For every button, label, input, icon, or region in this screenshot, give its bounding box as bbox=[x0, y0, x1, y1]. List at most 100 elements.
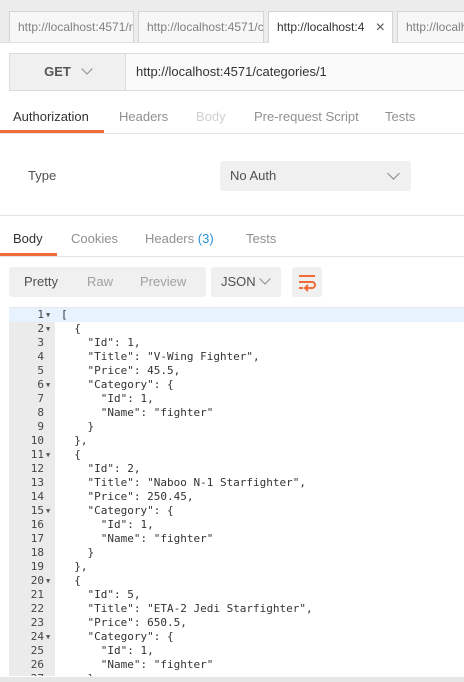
code-text: "Id": 2, bbox=[61, 462, 141, 475]
tab-authorization[interactable]: Authorization bbox=[0, 100, 104, 133]
line-number: 17 bbox=[30, 532, 44, 545]
code-line: 23 "Price": 650.5, bbox=[9, 616, 464, 630]
tab-body[interactable]: Body bbox=[196, 100, 226, 133]
scrollbar[interactable] bbox=[0, 677, 464, 682]
code-text: [ bbox=[61, 308, 68, 321]
browser-tab-2[interactable]: http://localhost:4571/ca bbox=[138, 11, 264, 42]
auth-panel: Type No Auth bbox=[0, 134, 464, 216]
fold-arrow-icon[interactable]: ▼ bbox=[46, 308, 50, 322]
line-number: 10 bbox=[30, 434, 44, 447]
line-number: 8 bbox=[37, 406, 44, 419]
browser-tab-1[interactable]: http://localhost:4571/n bbox=[9, 11, 134, 42]
line-number: 23 bbox=[30, 616, 44, 629]
code-line: 7 "Id": 1, bbox=[9, 392, 464, 406]
line-number: 12 bbox=[30, 462, 44, 475]
headers-count: (3) bbox=[197, 231, 214, 246]
code-text: "Category": { bbox=[61, 630, 174, 643]
tab-label: http://localhost:4571/n bbox=[18, 20, 134, 34]
code-line: 8 "Name": "fighter" bbox=[9, 406, 464, 420]
fold-arrow-icon[interactable]: ▼ bbox=[46, 574, 50, 588]
browser-tab-4[interactable]: http://localh bbox=[397, 11, 464, 42]
request-tabs: Authorization Headers Body Pre-request S… bbox=[0, 100, 464, 134]
code-line: 2 ▼ { bbox=[9, 322, 464, 336]
tab-label: http://localhost:4 bbox=[277, 20, 365, 34]
code-text: { bbox=[61, 322, 81, 335]
close-icon[interactable]: × bbox=[376, 12, 385, 43]
line-number: 6 bbox=[37, 378, 44, 391]
format-toggle: Pretty Raw Preview bbox=[9, 267, 206, 297]
code-text: "Title": "V-Wing Fighter", bbox=[61, 350, 260, 363]
line-number: 25 bbox=[30, 644, 44, 657]
code-text: }, bbox=[61, 560, 88, 573]
chevron-down-icon bbox=[81, 63, 93, 75]
code-line: 4 "Title": "V-Wing Fighter", bbox=[9, 350, 464, 364]
line-number: 22 bbox=[30, 602, 44, 615]
tab-pre-request-script[interactable]: Pre-request Script bbox=[254, 100, 359, 133]
tab-label: http://localhost:4571/ca bbox=[147, 20, 264, 34]
code-text: }, bbox=[61, 434, 88, 447]
tab-response-tests[interactable]: Tests bbox=[246, 224, 276, 256]
auth-type-select[interactable]: No Auth bbox=[220, 161, 411, 191]
tab-tests[interactable]: Tests bbox=[385, 100, 415, 133]
line-number: 9 bbox=[37, 420, 44, 433]
browser-tab-active[interactable]: http://localhost:4 × bbox=[268, 11, 393, 43]
line-number: 2 bbox=[37, 322, 44, 335]
pretty-button[interactable]: Pretty bbox=[24, 267, 58, 297]
url-input[interactable]: http://localhost:4571/categories/1 bbox=[136, 54, 327, 90]
response-body-editor[interactable]: 1 ▼[2 ▼ {3 "Id": 1, 4 "Title": "V-Wing Figh… bbox=[9, 307, 464, 676]
line-number: 7 bbox=[37, 392, 44, 405]
code-line: 1 ▼ [ bbox=[9, 308, 464, 322]
code-line: 25 "Id": 1, bbox=[9, 644, 464, 658]
language-select[interactable]: JSON bbox=[211, 267, 281, 297]
tab-response-body[interactable]: Body bbox=[0, 224, 57, 256]
line-number: 11 bbox=[30, 448, 44, 461]
code-text: "Id": 5, bbox=[61, 588, 141, 601]
fold-arrow-icon[interactable]: ▼ bbox=[46, 504, 50, 518]
method-select[interactable]: GET bbox=[10, 54, 126, 90]
code-line: 18 } bbox=[9, 546, 464, 560]
response-tabs: Body Cookies Headers (3) Tests bbox=[0, 224, 464, 257]
fold-arrow-icon[interactable]: ▼ bbox=[46, 378, 50, 392]
line-number: 5 bbox=[37, 364, 44, 377]
code-line: 10 }, bbox=[9, 434, 464, 448]
code-text: } bbox=[61, 546, 95, 559]
code-line: 21 "Id": 5, bbox=[9, 588, 464, 602]
code-line: 3 "Id": 1, bbox=[9, 336, 464, 350]
code-text: "Name": "fighter" bbox=[61, 532, 214, 545]
code-text: "Price": 45.5, bbox=[61, 364, 181, 377]
code-line: 5 "Price": 45.5, bbox=[9, 364, 464, 378]
wrap-lines-button[interactable] bbox=[292, 267, 322, 297]
line-number: 20 bbox=[30, 574, 44, 587]
code-text: } bbox=[61, 420, 95, 433]
code-text: "Name": "fighter" bbox=[61, 658, 214, 671]
tab-response-headers[interactable]: Headers (3) bbox=[145, 224, 214, 256]
code-line: 26 "Name": "fighter" bbox=[9, 658, 464, 672]
method-label: GET bbox=[44, 64, 71, 79]
tab-cookies[interactable]: Cookies bbox=[71, 224, 118, 256]
browser-tab-strip: http://localhost:4571/n http://localhost… bbox=[0, 0, 464, 43]
language-value: JSON bbox=[221, 274, 256, 289]
line-number: 3 bbox=[37, 336, 44, 349]
code-line: 20 ▼ { bbox=[9, 574, 464, 588]
fold-arrow-icon[interactable]: ▼ bbox=[46, 322, 50, 336]
fold-arrow-icon[interactable]: ▼ bbox=[46, 630, 50, 644]
code-text: "Id": 1, bbox=[61, 644, 154, 657]
code-line: 17 "Name": "fighter" bbox=[9, 532, 464, 546]
code-text: "Id": 1, bbox=[61, 336, 141, 349]
line-number: 26 bbox=[30, 658, 44, 671]
code-line: 15 ▼ "Category": { bbox=[9, 504, 464, 518]
tab-headers[interactable]: Headers bbox=[119, 100, 168, 133]
preview-button[interactable]: Preview bbox=[140, 267, 186, 297]
code-text: "Title": "ETA-2 Jedi Starfighter", bbox=[61, 602, 313, 615]
code-text: { bbox=[61, 448, 81, 461]
line-number: 13 bbox=[30, 476, 44, 489]
raw-button[interactable]: Raw bbox=[87, 267, 113, 297]
request-bar: GET http://localhost:4571/categories/1 bbox=[9, 53, 464, 91]
code-text: "Id": 1, bbox=[61, 518, 154, 531]
fold-arrow-icon[interactable]: ▼ bbox=[46, 448, 50, 462]
code-text: } bbox=[61, 672, 94, 676]
code-text: "Price": 650.5, bbox=[61, 616, 187, 629]
type-label: Type bbox=[28, 168, 57, 183]
chevron-down-icon bbox=[387, 167, 400, 180]
code-text: "Category": { bbox=[61, 504, 174, 517]
